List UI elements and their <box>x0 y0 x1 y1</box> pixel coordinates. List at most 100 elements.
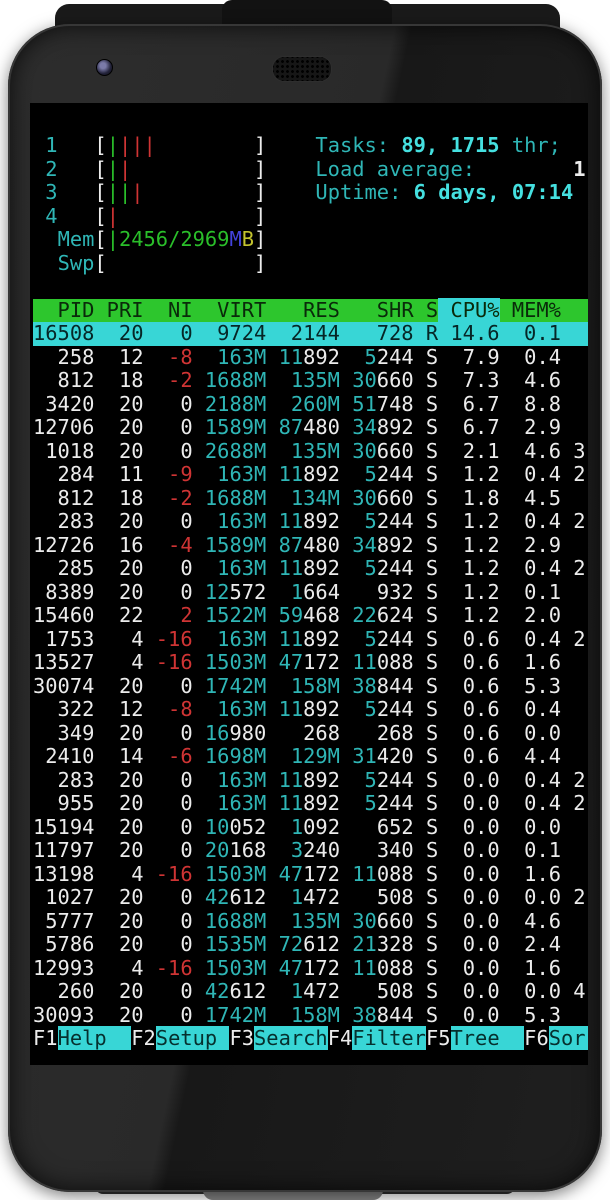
process-row[interactable]: 15194 20 0 10052 1092 652 S 0.0 0.0 <box>33 816 588 840</box>
process-row[interactable]: 1027 20 0 42612 1472 508 S 0.0 0.0 2 <box>33 886 588 910</box>
cell-state: S <box>414 697 439 721</box>
process-row[interactable]: 322 12 -8 163M 11892 5244 S 0.6 0.4 <box>33 698 588 722</box>
text <box>340 744 352 768</box>
process-row[interactable]: 955 20 0 163M 11892 5244 S 0.0 0.4 2 <box>33 792 588 816</box>
text <box>340 768 365 792</box>
cell-state: S <box>414 462 439 486</box>
cpu3-meter-label: 3 <box>45 180 57 204</box>
cell-res: 472 <box>303 979 340 1003</box>
cpu2-meter-bar: | <box>119 157 131 181</box>
fn-f2-button[interactable]: F2Setup <box>131 1026 229 1050</box>
process-row[interactable]: 283 20 0 163M 11892 5244 S 1.2 0.4 2 <box>33 510 588 534</box>
process-row[interactable]: 283 20 0 163M 11892 5244 S 0.0 0.4 2 <box>33 769 588 793</box>
process-row-selected[interactable]: 16508 20 0 9724 2144 728 R 14.6 0.1 <box>33 322 588 346</box>
cell-clipped: 4 <box>561 979 586 1003</box>
column-header-res[interactable]: RES <box>266 298 340 322</box>
cell-pid: 8389 <box>33 580 94 604</box>
process-row[interactable]: 30093 20 0 1742M 158M 38844 S 0.0 5.3 <box>33 1004 588 1028</box>
text <box>193 580 205 604</box>
text <box>266 415 278 439</box>
cell-cpu-percent: 1.2 <box>438 533 499 557</box>
column-header-shr[interactable]: SHR <box>340 298 414 322</box>
cell-shr: 844 <box>377 1003 414 1027</box>
process-row[interactable]: 12993 4 -16 1503M 47172 11088 S 0.0 1.6 <box>33 957 588 981</box>
cell-shr: 508 <box>377 979 414 1003</box>
fn-f4-button[interactable]: F4Filter <box>328 1026 426 1050</box>
cpu1-meter-label: 1 <box>45 133 57 157</box>
text <box>340 674 352 698</box>
process-row[interactable]: 12706 20 0 1589M 87480 34892 S 6.7 2.9 <box>33 416 588 440</box>
bracket-icon: ] <box>254 204 266 228</box>
text <box>340 650 352 674</box>
bracket-icon: [ <box>94 204 106 228</box>
process-row[interactable]: 15460 22 2 1522M 59468 22624 S 1.2 2.0 <box>33 604 588 628</box>
cpu1-meter-bar: | <box>119 133 131 157</box>
column-header-virt[interactable]: VIRT <box>193 298 267 322</box>
process-row[interactable]: 13198 4 -16 1503M 47172 11088 S 0.0 1.6 <box>33 863 588 887</box>
cell-nice: -8 <box>144 345 193 369</box>
bracket-icon: [ <box>94 227 106 251</box>
text <box>266 885 291 909</box>
fn-f6-button[interactable]: F6Sor <box>524 1026 588 1050</box>
cell-res: 892 <box>303 791 340 815</box>
column-header-ni[interactable]: NI <box>144 298 193 322</box>
cell-shr: 11 <box>352 956 377 980</box>
cell-mem-percent: 4.4 <box>500 744 561 768</box>
process-row[interactable]: 11797 20 0 20168 3240 340 S 0.0 0.1 <box>33 839 588 863</box>
cell-mem-percent: 0.0 <box>500 979 561 1003</box>
cell-mem-percent: 1.6 <box>500 956 561 980</box>
fn-key-label: F6 <box>524 1026 549 1050</box>
text <box>33 133 45 157</box>
cell-cpu-percent: 1.2 <box>438 462 499 486</box>
cell-pid: 349 <box>33 721 94 745</box>
process-row[interactable]: 812 18 -2 1688M 134M 30660 S 1.8 4.5 <box>33 487 588 511</box>
process-row[interactable]: 349 20 0 16980 268 268 S 0.6 0.0 <box>33 722 588 746</box>
process-row[interactable]: 5777 20 0 1688M 135M 30660 S 0.0 4.6 <box>33 910 588 934</box>
cell-mem-percent: 1.6 <box>500 650 561 674</box>
process-row[interactable]: 13527 4 -16 1503M 47172 11088 S 0.6 1.6 <box>33 651 588 675</box>
process-row[interactable]: 284 11 -9 163M 11892 5244 S 1.2 0.4 2 <box>33 463 588 487</box>
fn-f3-button[interactable]: F3Search <box>229 1026 327 1050</box>
cell-shr: 892 <box>377 533 414 557</box>
process-row[interactable]: 812 18 -2 1688M 135M 30660 S 7.3 4.6 <box>33 369 588 393</box>
process-row[interactable]: 2410 14 -6 1698M 129M 31420 S 0.6 4.4 <box>33 745 588 769</box>
cell-cpu-percent: 0.0 <box>438 909 499 933</box>
cell-state: S <box>414 345 439 369</box>
fn-f5-button[interactable]: F5Tree <box>426 1026 524 1050</box>
process-row[interactable]: 8389 20 0 12572 1664 932 S 1.2 0.1 <box>33 581 588 605</box>
cell-pid: 12993 <box>33 956 94 980</box>
text <box>193 862 205 886</box>
column-header-mem[interactable]: MEM% <box>500 298 561 322</box>
process-row[interactable]: 1018 20 0 2688M 135M 30660 S 2.1 4.6 3 <box>33 440 588 464</box>
cell-virt: 12 <box>205 580 230 604</box>
cell-priority: 4 <box>94 650 143 674</box>
cell-priority: 20 <box>94 721 143 745</box>
column-header-pri[interactable]: PRI <box>94 298 143 322</box>
column-header-s[interactable]: S <box>414 298 439 322</box>
column-header-cpu[interactable]: CPU% <box>438 298 499 322</box>
column-header-pid[interactable]: PID <box>33 298 94 322</box>
cell-priority: 20 <box>94 674 143 698</box>
cell-res: 11 <box>279 627 304 651</box>
cell-virt: 1503M <box>205 956 266 980</box>
process-row[interactable]: 285 20 0 163M 11892 5244 S 1.2 0.4 2 <box>33 557 588 581</box>
process-row[interactable]: 260 20 0 42612 1472 508 S 0.0 0.0 4 <box>33 980 588 1004</box>
cell-virt: 163M <box>217 697 266 721</box>
process-row[interactable]: 5786 20 0 1535M 72612 21328 S 0.0 2.4 <box>33 933 588 957</box>
cell-pid: 283 <box>33 768 94 792</box>
process-row[interactable]: 30074 20 0 1742M 158M 38844 S 0.6 5.3 <box>33 675 588 699</box>
process-row[interactable]: 1753 4 -16 163M 11892 5244 S 0.6 0.4 2 <box>33 628 588 652</box>
process-row[interactable]: 258 12 -8 163M 11892 5244 S 7.9 0.4 <box>33 346 588 370</box>
text <box>193 744 205 768</box>
process-row[interactable]: 3420 20 0 2188M 260M 51748 S 6.7 8.8 <box>33 393 588 417</box>
cell-shr: 5 <box>365 697 377 721</box>
memory-usage-text: 2456/2969 <box>119 227 230 251</box>
fn-f1-button[interactable]: F1Help <box>33 1026 131 1050</box>
cell-mem-percent: 4.6 <box>500 368 561 392</box>
cell-res: 47 <box>279 650 304 674</box>
text <box>193 932 205 956</box>
cell-res: 87 <box>279 533 304 557</box>
cell-res: 135M <box>291 439 340 463</box>
process-row[interactable]: 12726 16 -4 1589M 87480 34892 S 1.2 2.9 <box>33 534 588 558</box>
phone-frame: 1 [|||| ] Tasks: 89, 1715 thr; 2 [|| ] L… <box>8 24 602 1192</box>
